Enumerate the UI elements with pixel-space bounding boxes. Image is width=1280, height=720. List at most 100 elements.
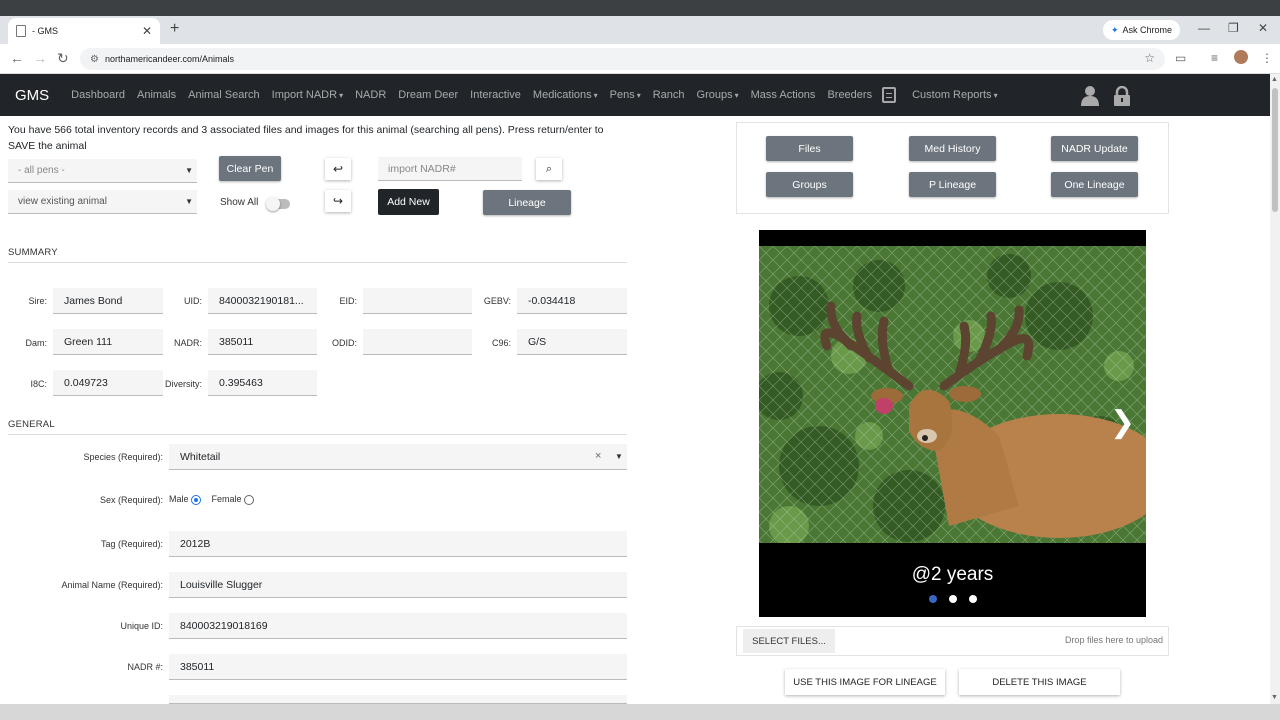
eid-label: EID: [339, 296, 357, 306]
p-lineage-button[interactable]: P Lineage [909, 172, 996, 197]
caret-down-icon: ▼ [185, 197, 193, 206]
species-select[interactable]: Whitetail × ▼ [169, 444, 627, 470]
nav-dream-deer[interactable]: Dream Deer [392, 89, 464, 101]
unique-id-field[interactable]: 840003219018169 [169, 613, 627, 639]
uid-label: UID: [184, 296, 202, 306]
caret-down-icon[interactable]: ▼ [615, 452, 623, 461]
add-new-button[interactable]: Add New [378, 189, 439, 215]
nav-mass-actions[interactable]: Mass Actions [745, 89, 822, 101]
clear-pen-button[interactable]: Clear Pen [219, 156, 281, 181]
sire-field[interactable]: James Bond [53, 288, 163, 314]
url-field[interactable]: ⚙ northamericandeer.com/Animals ☆ [80, 48, 1165, 70]
close-tab-icon[interactable]: ✕ [142, 24, 152, 38]
search-icon[interactable]: ⌕ [536, 158, 562, 180]
med-history-button[interactable]: Med History [909, 136, 996, 161]
nav-breeders[interactable]: Breeders [821, 89, 878, 101]
unique-id-label: Unique ID: [120, 621, 163, 631]
species-value: Whitetail [180, 450, 221, 463]
indicator-dot[interactable] [948, 595, 957, 603]
reply-icon[interactable]: ↩ [325, 158, 351, 180]
nav-pens[interactable]: Pens [604, 89, 647, 101]
i8c-field[interactable]: 0.049723 [53, 370, 163, 396]
species-label: Species (Required): [83, 452, 163, 462]
groups-button[interactable]: Groups [766, 172, 853, 197]
scroll-up-icon[interactable]: ▲ [1271, 76, 1278, 83]
nadr-number-label: NADR #: [127, 662, 163, 672]
files-button[interactable]: Files [766, 136, 853, 161]
pen-select[interactable]: - all pens - ▼ [8, 159, 197, 183]
animal-select[interactable]: view existing animal ▼ [8, 190, 197, 214]
forward-icon[interactable]: → [33, 50, 47, 66]
dam-label: Dam: [25, 338, 47, 348]
delete-image-button[interactable]: DELETE THIS IMAGE [959, 669, 1120, 695]
cast-icon[interactable]: ▭ [1175, 51, 1186, 65]
page-icon [16, 25, 26, 37]
next-field-partial[interactable] [169, 695, 627, 704]
browser-tab[interactable]: - GMS ✕ [8, 18, 160, 44]
restore-icon[interactable]: ❐ [1228, 21, 1239, 35]
dam-field[interactable]: Green 111 [53, 329, 163, 355]
nav-interactive[interactable]: Interactive [464, 89, 527, 101]
caret-down-icon: ▼ [185, 166, 193, 175]
profile-avatar[interactable] [1234, 50, 1248, 64]
next-slide-icon[interactable]: ❯ [1110, 405, 1135, 440]
eid-field[interactable] [363, 288, 472, 314]
ask-chrome-button[interactable]: ✦ Ask Chrome [1103, 20, 1181, 40]
animal-name-label: Animal Name (Required): [61, 580, 163, 590]
odid-field[interactable] [363, 329, 472, 355]
document-icon[interactable] [882, 87, 897, 103]
clear-icon[interactable]: × [595, 450, 601, 462]
lineage-button[interactable]: Lineage [483, 190, 571, 215]
use-image-for-lineage-button[interactable]: USE THIS IMAGE FOR LINEAGE [785, 669, 945, 695]
uid-field[interactable]: 8400032190181... [208, 288, 317, 314]
media-icon[interactable]: ≡ [1211, 51, 1218, 65]
tag-field[interactable]: 2012B [169, 531, 627, 557]
menu-icon[interactable]: ⋮ [1261, 51, 1273, 65]
nadr-update-button[interactable]: NADR Update [1051, 136, 1138, 161]
female-radio[interactable] [244, 494, 255, 505]
nav-ranch[interactable]: Ranch [647, 89, 691, 101]
nadr-number-field[interactable]: 385011 [169, 654, 627, 680]
nadr-field[interactable]: 385011 [208, 329, 317, 355]
sparkle-icon: ✦ [1111, 24, 1119, 35]
inventory-info-text: You have 566 total inventory records and… [8, 124, 604, 152]
nadr-label: NADR: [173, 338, 202, 348]
one-lineage-button[interactable]: One Lineage [1051, 172, 1138, 197]
diversity-field[interactable]: 0.395463 [208, 370, 317, 396]
scroll-thumb[interactable] [1272, 88, 1278, 212]
animal-name-field[interactable]: Louisville Slugger [169, 572, 627, 598]
minimize-icon[interactable]: — [1198, 21, 1210, 35]
nav-groups[interactable]: Groups [691, 89, 745, 101]
gebv-field[interactable]: -0.034418 [517, 288, 627, 314]
male-radio[interactable] [191, 494, 202, 505]
scroll-down-icon[interactable]: ▼ [1271, 694, 1278, 701]
sex-label: Sex (Required): [99, 495, 163, 505]
site-info-icon[interactable]: ⚙ [90, 54, 99, 65]
forward-share-icon[interactable]: ↪ [325, 190, 351, 212]
bookmark-star-icon[interactable]: ☆ [1144, 51, 1155, 65]
import-nadr-input[interactable]: import NADR# [378, 157, 522, 181]
brand-logo[interactable]: GMS [15, 87, 49, 104]
indicator-dot[interactable] [968, 595, 977, 603]
close-window-icon[interactable]: ✕ [1258, 21, 1268, 35]
reload-icon[interactable]: ↻ [57, 50, 69, 67]
show-all-toggle[interactable] [266, 197, 290, 211]
back-icon[interactable]: ← [10, 50, 24, 66]
nav-animals[interactable]: Animals [131, 89, 182, 101]
user-icon[interactable] [1081, 86, 1099, 106]
url-text: northamericandeer.com/Animals [104, 54, 235, 64]
nav-medications[interactable]: Medications [527, 89, 604, 101]
drop-files-text: Drop files here to upload [1064, 635, 1163, 645]
c96-field[interactable]: G/S [517, 329, 627, 355]
indicator-dot[interactable] [928, 595, 937, 603]
nav-custom-reports[interactable]: Custom Reports [906, 89, 1004, 101]
nav-links: Dashboard Animals Animal Search Import NADR… [65, 89, 878, 101]
nav-dashboard[interactable]: Dashboard [65, 89, 131, 101]
new-tab-button[interactable]: + [170, 20, 179, 38]
nav-import-nadr[interactable]: Import NADR [266, 89, 349, 101]
select-files-button[interactable]: SELECT FILES... [743, 629, 835, 653]
nav-nadr[interactable]: NADR [349, 89, 392, 101]
nav-animal-search[interactable]: Animal Search [182, 89, 266, 101]
lock-icon[interactable] [1114, 86, 1130, 106]
address-bar-row: ← → ↻ ⚙ northamericandeer.com/Animals ☆ … [0, 44, 1280, 74]
